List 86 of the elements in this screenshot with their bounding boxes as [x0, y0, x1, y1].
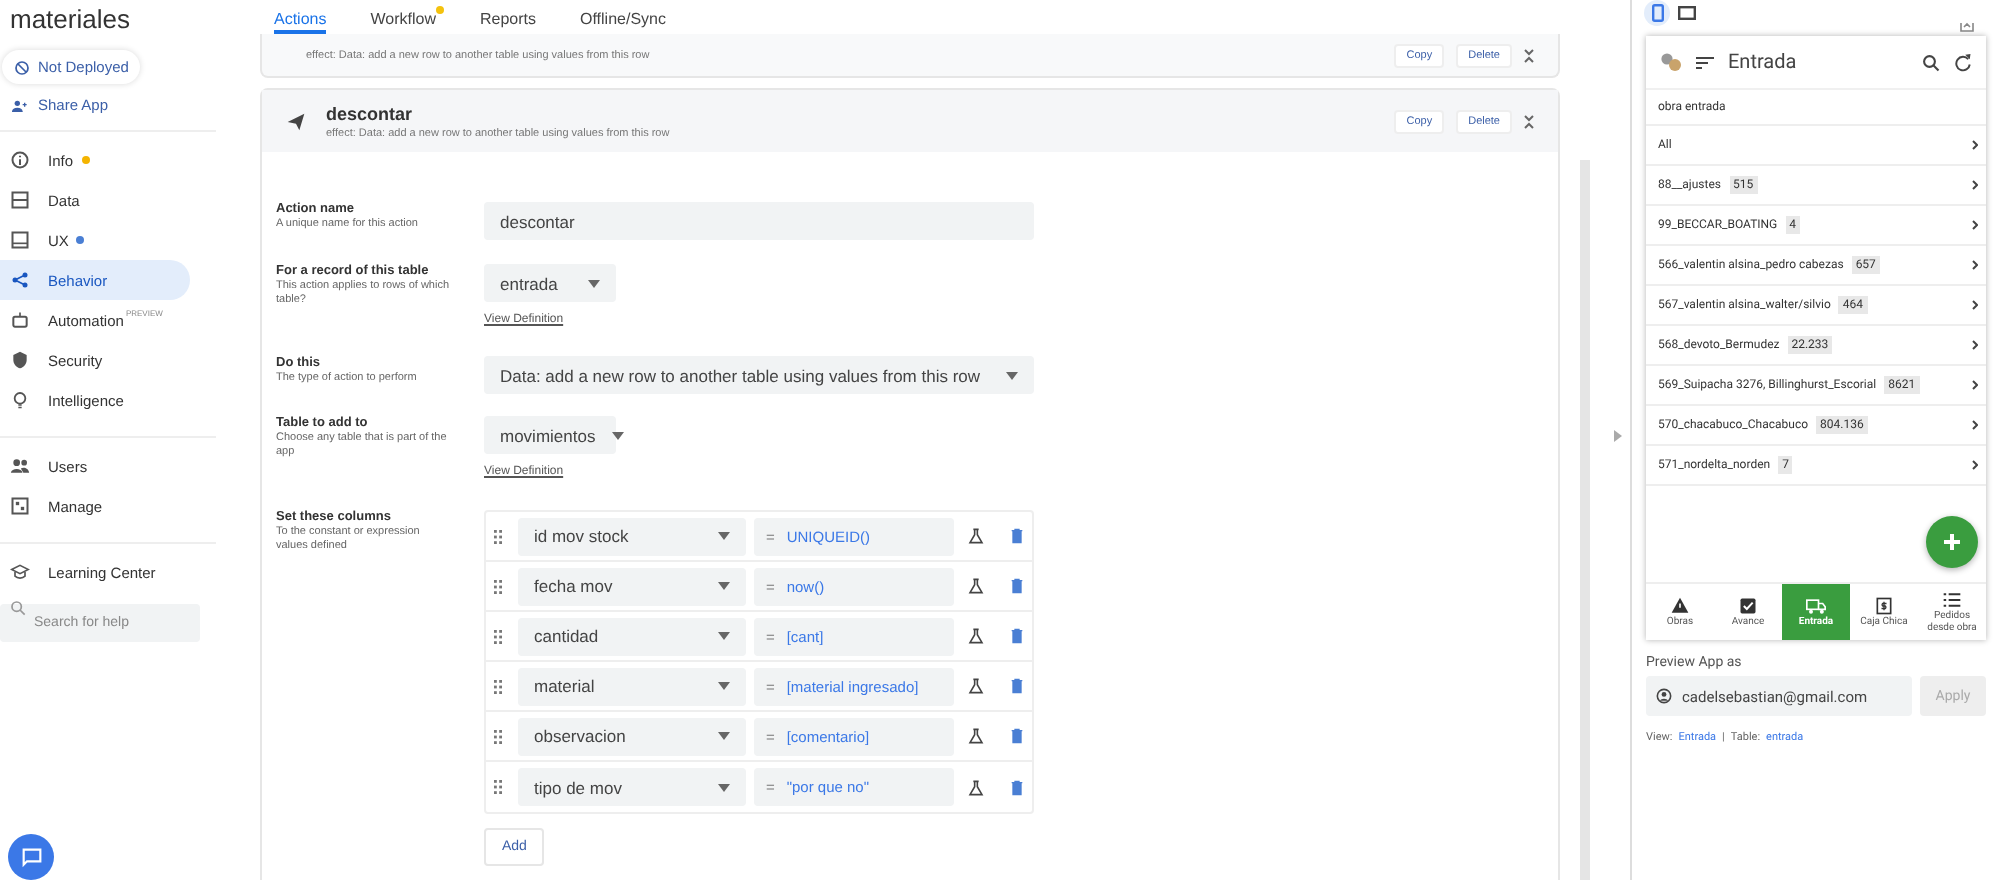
chevron-right-icon — [1972, 140, 1978, 150]
search-icon — [10, 600, 26, 616]
column-dropdown[interactable]: material — [518, 667, 746, 705]
tab[interactable]: Offline/Sync — [580, 0, 666, 34]
view-title: Entrada — [1728, 51, 1799, 73]
caret-icon — [717, 632, 730, 640]
open-external-icon[interactable] — [1960, 20, 1974, 32]
flask-icon[interactable] — [968, 678, 984, 694]
chevron-right-icon — [1972, 420, 1978, 430]
paper-plane-icon — [286, 111, 306, 131]
not-allowed-icon — [14, 59, 30, 75]
refresh-icon[interactable] — [1954, 53, 1972, 71]
caret-icon — [588, 279, 600, 287]
shield-icon — [10, 350, 30, 370]
tablet-icon — [1678, 6, 1696, 20]
caret-icon — [717, 532, 730, 540]
trash-icon[interactable] — [1010, 628, 1024, 644]
drag-handle-icon[interactable] — [494, 679, 502, 693]
chevron-right-icon — [1972, 300, 1978, 310]
chevron-right-icon — [1972, 260, 1978, 270]
list-icon — [1942, 590, 1962, 610]
chevron-right-icon — [1972, 340, 1978, 350]
drag-handle-icon[interactable] — [494, 729, 502, 743]
trash-icon[interactable] — [1010, 528, 1024, 544]
people-icon — [10, 456, 30, 476]
app-title: materiales — [8, 2, 130, 34]
cash-box-icon — [1874, 595, 1894, 616]
flask-icon[interactable] — [968, 628, 984, 644]
truck-icon — [1806, 595, 1826, 616]
caret-icon — [717, 732, 730, 740]
chat-icon — [21, 847, 41, 867]
lightbulb-icon — [10, 390, 30, 410]
flask-icon[interactable] — [968, 578, 984, 594]
trash-icon[interactable] — [1010, 728, 1024, 744]
sort-icon[interactable] — [1696, 55, 1714, 69]
flask-icon[interactable] — [968, 528, 984, 544]
expand-panel-icon[interactable] — [1614, 430, 1622, 442]
checkbox-icon — [1738, 595, 1758, 616]
info-icon — [10, 150, 30, 170]
caret-icon — [1006, 371, 1018, 379]
trash-icon[interactable] — [1010, 578, 1024, 594]
caret-icon — [717, 783, 730, 791]
flask-icon[interactable] — [968, 728, 984, 744]
phone-icon — [1651, 4, 1663, 22]
chevron-right-icon — [1972, 380, 1978, 390]
trash-icon[interactable] — [1010, 678, 1024, 694]
layout-icon — [10, 230, 30, 250]
chevron-right-icon — [1972, 180, 1978, 190]
column-dropdown[interactable]: observacion — [518, 717, 746, 755]
column-dropdown[interactable]: id mov stock — [518, 517, 746, 555]
caret-icon — [611, 431, 624, 439]
column-dropdown[interactable]: fecha mov — [518, 567, 746, 605]
caret-icon — [717, 582, 730, 590]
add-fab[interactable] — [1926, 516, 1978, 568]
search-icon[interactable] — [1922, 53, 1940, 71]
column-dropdown[interactable]: cantidad — [518, 617, 746, 655]
chevron-right-icon — [1972, 460, 1978, 470]
drag-handle-icon[interactable] — [494, 579, 502, 593]
drag-handle-icon[interactable] — [494, 629, 502, 643]
action-name: descontar — [326, 103, 415, 123]
scrollbar[interactable] — [1580, 160, 1590, 880]
drag-handle-icon[interactable] — [494, 529, 502, 543]
plus-icon — [1942, 532, 1962, 552]
flask-icon[interactable] — [968, 779, 984, 795]
dropdown[interactable]: entrada — [484, 264, 616, 302]
share-icon — [10, 270, 30, 290]
dropdown[interactable]: Data: add a new row to another table using values from this row — [484, 356, 1034, 394]
trash-icon[interactable] — [1010, 779, 1024, 795]
drag-handle-icon[interactable] — [494, 780, 502, 794]
warning-icon — [1670, 595, 1690, 616]
column-dropdown[interactable]: tipo de mov — [518, 768, 746, 806]
tab[interactable]: Workflow — [370, 0, 436, 34]
collapse-icon[interactable] — [1524, 47, 1534, 63]
collapse-icon[interactable] — [1524, 113, 1534, 129]
phone-view-toggle[interactable] — [1644, 0, 1670, 26]
caret-icon — [717, 682, 730, 690]
tablet-view-toggle[interactable] — [1674, 0, 1700, 26]
tab[interactable]: Reports — [479, 0, 536, 34]
user-icon — [1656, 688, 1672, 704]
people-icon — [12, 97, 28, 113]
chat-button[interactable] — [8, 834, 54, 880]
table-icon — [10, 190, 30, 210]
graduation-cap-icon — [10, 562, 30, 582]
text-field[interactable]: descontar — [484, 202, 1034, 240]
chevron-right-icon — [1972, 220, 1978, 230]
grid-icon — [10, 496, 30, 516]
